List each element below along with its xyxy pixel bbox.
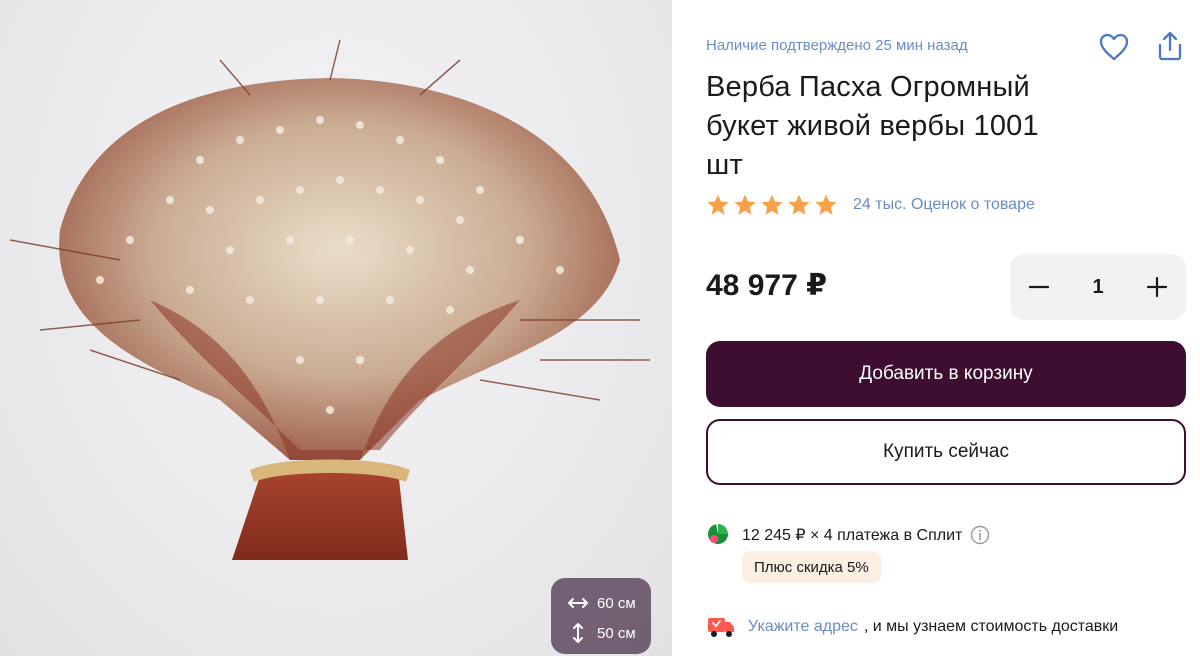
- star-icon: [815, 194, 837, 215]
- star-icon: [761, 194, 783, 215]
- discount-badge: Плюс скидка 5%: [742, 551, 881, 583]
- product-image-panel[interactable]: 60 см 50 см: [0, 0, 672, 656]
- plus-icon: [1146, 276, 1168, 298]
- rating-stars: [706, 193, 841, 217]
- favorite-button[interactable]: [1097, 30, 1131, 64]
- star-icon: [734, 194, 756, 215]
- horizontal-arrows-icon: [568, 598, 588, 608]
- split-logo-icon: [708, 524, 728, 544]
- quantity-value: 1: [1092, 275, 1104, 298]
- info-icon[interactable]: [970, 525, 990, 545]
- rating-row: 24 тыс. Оценок о товаре: [706, 193, 1035, 217]
- increase-quantity-button[interactable]: [1128, 254, 1186, 320]
- title-line: шт: [706, 149, 743, 181]
- buy-now-button[interactable]: Купить сейчас: [706, 419, 1186, 485]
- star-icon: [707, 194, 729, 215]
- share-icon: [1158, 31, 1182, 61]
- decrease-quantity-button[interactable]: [1010, 254, 1068, 320]
- product-photo: [9, 39, 650, 560]
- share-button[interactable]: [1153, 29, 1187, 63]
- delivery-text: , и мы узнаем стоимость доставки: [863, 618, 1119, 635]
- split-payment-text: 12 245 ₽ × 4 платежа в Сплит: [742, 527, 963, 544]
- title-line: Верба Пасха Огромный: [706, 71, 1030, 103]
- specify-address-link[interactable]: Укажите адрес: [748, 618, 858, 636]
- width-label: 60 см: [597, 594, 636, 612]
- heart-icon: [1099, 33, 1129, 61]
- minus-icon: [1028, 285, 1050, 289]
- height-label: 50 см: [597, 624, 636, 642]
- dimensions-badge: 60 см 50 см: [551, 578, 651, 654]
- product-info-panel: Наличие подтверждено 25 мин назад Верба …: [672, 0, 1200, 656]
- availability-status: Наличие подтверждено 25 мин назад: [706, 37, 968, 54]
- star-icon: [788, 194, 810, 215]
- vertical-arrows-icon: [573, 623, 583, 643]
- title-line: букет живой вербы 1001: [706, 110, 1039, 142]
- width-dimension: 60 см: [567, 588, 651, 618]
- split-payment-row: 12 245 ₽ × 4 платежа в Сплит: [706, 522, 990, 548]
- reviews-link[interactable]: 24 тыс. Оценок о товаре: [853, 196, 1035, 214]
- product-price: 48 977 ₽: [706, 269, 827, 302]
- add-to-cart-button[interactable]: Добавить в корзину: [706, 341, 1186, 407]
- delivery-truck-icon: [708, 618, 734, 637]
- height-dimension: 50 см: [567, 618, 651, 648]
- product-title: Верба Пасха Огромный букет живой вербы 1…: [706, 68, 1106, 185]
- quantity-stepper: 1: [1010, 254, 1186, 320]
- delivery-row: Укажите адрес , и мы узнаем стоимость до…: [706, 612, 1118, 642]
